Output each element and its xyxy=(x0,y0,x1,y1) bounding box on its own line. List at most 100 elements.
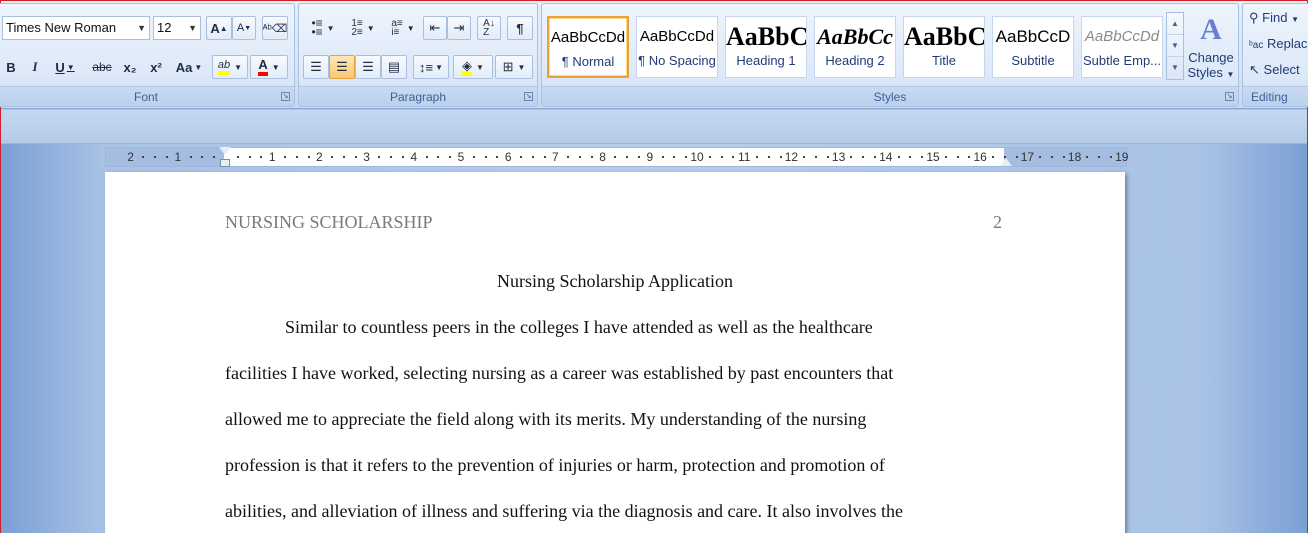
body-line: abilities, and alleviation of illness an… xyxy=(225,501,903,521)
underline-button[interactable]: U ▼ xyxy=(50,55,80,79)
strikethrough-button[interactable]: abc xyxy=(88,55,116,79)
justify-button[interactable]: ▤ xyxy=(381,55,407,79)
ruler-dot xyxy=(154,156,157,158)
line-spacing-button[interactable]: ↕≡ ▼ xyxy=(413,55,449,79)
ruler-dot xyxy=(897,156,900,158)
change-case-button[interactable]: Aa ▼ xyxy=(172,55,206,79)
more-styles-icon[interactable]: ▼ xyxy=(1167,57,1183,79)
style-name: Title xyxy=(931,53,957,68)
ruler-dot xyxy=(779,156,782,158)
increase-indent-button[interactable]: ⇥ xyxy=(447,16,471,40)
numbering-button[interactable]: 1≡ 2≡ ▼ xyxy=(343,16,383,40)
style-no-spacing[interactable]: AaBbCcDd ¶ No Spacing xyxy=(636,16,718,78)
ruler-label: 17 xyxy=(1020,150,1035,164)
ruler-dot xyxy=(567,156,570,158)
paragraph-group: •≡ •≡ ▼ 1≡ 2≡ ▼ a≡ i≡ ▼ ⇤ ⇥ A↓ Z ¶ ☰ ☰ ☰ ▤ xyxy=(298,3,538,107)
style-title[interactable]: AaBbC( Title xyxy=(903,16,985,78)
ruler-dot xyxy=(425,156,428,158)
ruler-label: 14 xyxy=(879,150,893,164)
font-color-icon: A xyxy=(258,58,268,76)
multilevel-list-button[interactable]: a≡ i≡ ▼ xyxy=(385,16,421,40)
select-button[interactable]: ↖ Select xyxy=(1249,62,1300,78)
sort-button[interactable]: A↓ Z xyxy=(477,16,501,40)
document-page[interactable]: NURSING SCHOLARSHIP 2 Nursing Scholarshi… xyxy=(105,172,1125,533)
style-name: Heading 1 xyxy=(736,53,796,68)
style-sample: AaBbCcDd xyxy=(1084,28,1160,45)
first-line-indent-marker[interactable] xyxy=(219,147,231,155)
ruler-dot xyxy=(331,156,334,158)
ruler-dot xyxy=(543,156,546,158)
align-center-icon: ☰ xyxy=(336,59,348,74)
numbered-list-icon: 1≡ 2≡ xyxy=(351,18,363,38)
align-center-button[interactable]: ☰ xyxy=(329,55,355,79)
dialog-launcher-icon[interactable]: ↘ xyxy=(524,92,533,101)
scroll-down-icon[interactable]: ▼ xyxy=(1167,35,1183,57)
ruler-label: 5 xyxy=(457,150,465,164)
align-left-button[interactable]: ☰ xyxy=(303,55,329,79)
replace-icon: ᵇac xyxy=(1249,40,1264,51)
page-number: 2 xyxy=(993,212,1002,232)
paint-bucket-icon: ◈ xyxy=(462,59,473,76)
style-sample: AaBbC( xyxy=(904,22,984,51)
ruler-dot xyxy=(803,156,806,158)
horizontal-ruler[interactable]: 2 1 1 2 3 4 5 6 7 8 9 10 11 12 13 14 15 16 17 18 19 xyxy=(105,147,1128,167)
ruler-dot xyxy=(614,156,617,158)
binoculars-icon: ⚲ xyxy=(1249,10,1259,25)
clear-formatting-button[interactable]: ᴬᵇ⌫ xyxy=(262,16,288,40)
show-formatting-button[interactable]: ¶ xyxy=(507,16,533,40)
styles-gallery-scroll[interactable]: ▲ ▼ ▼ xyxy=(1166,12,1184,80)
ruler-dot xyxy=(236,156,239,158)
highlighter-icon: ab xyxy=(217,59,231,75)
ruler-dot xyxy=(638,156,640,158)
ruler-label: 13 xyxy=(831,150,846,164)
font-size-combo[interactable]: 12 ▼ xyxy=(153,16,201,40)
style-heading-1[interactable]: AaBbC( Heading 1 xyxy=(725,16,807,78)
change-styles-button[interactable]: A Change Styles ▼ xyxy=(1186,10,1236,84)
ruler-label: 10 xyxy=(690,150,704,164)
grow-font-button[interactable]: A ▲ xyxy=(206,16,232,40)
style-normal[interactable]: AaBbCcDd ¶ Normal xyxy=(547,16,629,78)
highlight-button[interactable]: ab ▼ xyxy=(212,55,248,79)
cursor-arrow-icon: ↖ xyxy=(1249,62,1260,77)
dialog-launcher-icon[interactable]: ↘ xyxy=(281,92,290,101)
bold-button[interactable]: B xyxy=(0,55,22,79)
style-subtitle[interactable]: AaBbCcD Subtitle xyxy=(992,16,1074,78)
ruler-label: 8 xyxy=(599,150,606,164)
decrease-indent-button[interactable]: ⇤ xyxy=(423,16,447,40)
scroll-up-icon[interactable]: ▲ xyxy=(1167,13,1183,35)
ruler-dot xyxy=(992,156,994,158)
italic-button[interactable]: I xyxy=(24,55,46,79)
align-right-button[interactable]: ☰ xyxy=(355,55,381,79)
superscript-button[interactable]: x² xyxy=(144,55,168,79)
styles-group-label: Styles xyxy=(542,86,1238,106)
borders-button[interactable]: ⊞ ▼ xyxy=(495,55,533,79)
style-sample: AaBbCcDd xyxy=(639,28,715,45)
style-name: Heading 2 xyxy=(825,53,885,68)
ruler-dot xyxy=(1062,156,1065,158)
subscript-button[interactable]: x₂ xyxy=(118,55,142,79)
font-size-value: 12 xyxy=(157,20,172,35)
ruler-dot xyxy=(767,156,770,158)
dialog-launcher-icon[interactable]: ↘ xyxy=(1225,92,1234,101)
font-name-combo[interactable]: Times New Roman ▼ xyxy=(2,16,150,40)
ruler-dot xyxy=(579,156,581,158)
bullets-button[interactable]: •≡ •≡ ▼ xyxy=(303,16,343,40)
style-subtle-emphasis[interactable]: AaBbCcDd Subtle Emp... xyxy=(1081,16,1163,78)
find-button[interactable]: ⚲ Find ▼ xyxy=(1249,10,1299,26)
grow-font-icon: A xyxy=(210,20,220,36)
right-indent-marker[interactable] xyxy=(1000,158,1012,166)
style-name: ¶ No Spacing xyxy=(638,53,716,68)
shrink-font-button[interactable]: A ▼ xyxy=(232,16,256,40)
shading-button[interactable]: ◈ ▼ xyxy=(453,55,493,79)
body-line: Similar to countless peers in the colleg… xyxy=(285,317,873,337)
style-heading-2[interactable]: AaBbCc Heading 2 xyxy=(814,16,896,78)
replace-button[interactable]: ᵇac Replac xyxy=(1249,36,1307,51)
ruler-label: 1 xyxy=(174,150,182,164)
italic-icon: I xyxy=(32,59,38,74)
style-sample: AaBbCcDd xyxy=(550,29,626,46)
left-indent-marker[interactable] xyxy=(220,159,230,167)
decrease-indent-icon: ⇤ xyxy=(429,20,441,35)
ruler-label: 7 xyxy=(552,150,559,164)
ruler-dot xyxy=(909,156,912,158)
font-color-button[interactable]: A ▼ xyxy=(250,55,288,79)
